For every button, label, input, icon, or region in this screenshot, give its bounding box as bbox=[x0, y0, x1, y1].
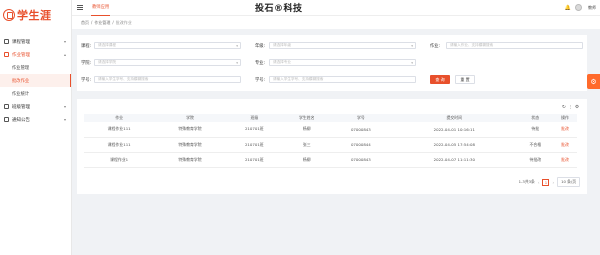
prev-page-icon[interactable]: ‹ bbox=[538, 180, 540, 185]
search-button[interactable]: 查 询 bbox=[430, 75, 450, 84]
logo: 学生涯 bbox=[0, 0, 71, 30]
settings-float-button[interactable]: ⚙ bbox=[587, 74, 600, 89]
reset-button[interactable]: 重 置 bbox=[455, 75, 475, 84]
col-submit-time: 提交时间 bbox=[391, 114, 518, 122]
table-row: 课程作业1 特殊教育学院 210701班 杨柳 07000843 2022-04… bbox=[84, 152, 577, 168]
grade-link[interactable]: 批改 bbox=[553, 152, 577, 168]
table-row: 课程作业111 特殊教育学院 210701班 杨柳 07000843 2022-… bbox=[84, 122, 577, 138]
table-row: 课程作业111 特殊教育学院 210701班 张三 07000844 2022-… bbox=[84, 137, 577, 153]
menu-toggle-icon[interactable] bbox=[77, 5, 83, 10]
table-header-row: 作业 学院 班级 学生姓名 学号 提交时间 状态 操作 bbox=[84, 114, 577, 122]
table-toolbar: ↻ ⫶ ⚙ bbox=[562, 105, 579, 111]
breadcrumb-homework[interactable]: 作业管理 bbox=[94, 20, 110, 26]
course-select[interactable]: 请选择课程 ▾ bbox=[94, 42, 241, 49]
student-name-label: 学号: bbox=[255, 78, 266, 83]
chevron-down-icon: ▾ bbox=[63, 117, 66, 122]
student-id-input[interactable]: 请输入学生学号、支持模糊搜索 bbox=[94, 76, 241, 83]
breadcrumb: 首页 / 作业管理 / 批改作业 bbox=[72, 16, 600, 29]
chevron-down-icon: ▾ bbox=[236, 61, 238, 65]
brand-title: 投石®科技 bbox=[255, 4, 303, 14]
grade-select[interactable]: 请选择年级 ▾ bbox=[269, 42, 416, 49]
college-label: 学院: bbox=[81, 61, 92, 66]
gear-icon[interactable]: ⚙ bbox=[575, 105, 579, 111]
college-select[interactable]: 请选择学院 ▾ bbox=[94, 59, 241, 66]
col-action: 操作 bbox=[553, 114, 577, 122]
avatar[interactable] bbox=[575, 4, 582, 11]
homework-table: 作业 学院 班级 学生姓名 学号 提交时间 状态 操作 课程作业111 特殊教育… bbox=[84, 114, 577, 168]
sidebar-item-classes[interactable]: 班级管理 ▾ bbox=[0, 100, 71, 113]
student-name-input[interactable]: 请输入学生学号、支持模糊搜索 bbox=[269, 76, 416, 83]
course-label: 课程: bbox=[81, 44, 92, 49]
bell-icon[interactable]: 🔔 bbox=[565, 5, 571, 11]
col-status: 状态 bbox=[517, 114, 554, 122]
sidebar-subitem-grade-homework[interactable]: 批改作业 bbox=[0, 74, 71, 87]
breadcrumb-sep: / bbox=[91, 20, 93, 25]
chevron-up-icon: ▴ bbox=[63, 52, 66, 57]
logo-icon bbox=[3, 9, 15, 21]
document-icon bbox=[4, 52, 9, 57]
notice-icon bbox=[4, 117, 9, 122]
sidebar-item-notices[interactable]: 通知公告 ▾ bbox=[0, 113, 71, 126]
filter-panel: 课程: 请选择课程 ▾ 年级: 请选择年级 ▾ 作业: 请输入作业、支持模糊搜索 学… bbox=[77, 35, 587, 91]
results-panel: ↻ ⫶ ⚙ 作业 学院 班级 学生姓名 学号 提交时间 状态 操作 课程作业11… bbox=[77, 99, 587, 194]
refresh-icon[interactable]: ↻ bbox=[562, 105, 566, 111]
sidebar-item-courses[interactable]: 课程管理 ▾ bbox=[0, 35, 71, 48]
logo-text: 学生涯 bbox=[17, 9, 52, 22]
side-menu: 课程管理 ▾ 作业管理 ▴ 作业管理 批改作业 作业统计 班级管理 ▾ 通知公告 ▾ bbox=[0, 35, 71, 126]
breadcrumb-home[interactable]: 首页 bbox=[81, 20, 89, 26]
chevron-down-icon: ▾ bbox=[411, 44, 413, 48]
grade-label: 年级: bbox=[255, 44, 266, 49]
page-1-button[interactable]: 1 bbox=[542, 178, 550, 186]
col-student-id: 学号 bbox=[330, 114, 392, 122]
user-name[interactable]: 教师 bbox=[588, 5, 596, 11]
student-id-label: 学号: bbox=[81, 78, 92, 83]
chevron-down-icon: ▾ bbox=[63, 104, 66, 109]
chevron-down-icon: ▾ bbox=[63, 39, 66, 44]
sidebar: 学生涯 课程管理 ▾ 作业管理 ▴ 作业管理 批改作业 作业统计 班级管理 ▾ 通知公… bbox=[0, 0, 72, 255]
book-icon bbox=[4, 39, 9, 44]
col-homework: 作业 bbox=[84, 114, 155, 122]
homework-input[interactable]: 请输入作业、支持模糊搜索 bbox=[446, 42, 583, 49]
class-icon bbox=[4, 104, 9, 109]
pagination: 1-3共3条 ‹ 1 › 10 条/页 bbox=[519, 177, 580, 187]
major-select[interactable]: 请选择专业 ▾ bbox=[269, 59, 416, 66]
breadcrumb-sep: / bbox=[112, 20, 114, 25]
column-settings-icon[interactable]: ⫶ bbox=[570, 105, 571, 111]
major-label: 专业: bbox=[255, 61, 266, 66]
col-student-name: 学生姓名 bbox=[282, 114, 331, 122]
top-bar: 教师应用 投石®科技 🔔 教师 bbox=[72, 0, 600, 16]
col-college: 学院 bbox=[154, 114, 226, 122]
page-size-select[interactable]: 10 条/页 bbox=[557, 177, 580, 187]
homework-label: 作业: bbox=[430, 44, 441, 49]
breadcrumb-current: 批改作业 bbox=[115, 19, 132, 25]
sidebar-subitem-homework-manage[interactable]: 作业管理 bbox=[0, 61, 71, 74]
pagination-total: 1-3共3条 bbox=[518, 179, 535, 184]
col-class: 班级 bbox=[225, 114, 283, 122]
next-page-icon[interactable]: › bbox=[552, 180, 554, 185]
grade-link[interactable]: 批改 bbox=[553, 122, 577, 138]
chevron-down-icon: ▾ bbox=[236, 44, 238, 48]
grade-link[interactable]: 批改 bbox=[553, 137, 577, 153]
sidebar-subitem-homework-stats[interactable]: 作业统计 bbox=[0, 87, 71, 100]
chevron-down-icon: ▾ bbox=[411, 61, 413, 65]
tab-teacher-app[interactable]: 教师应用 bbox=[91, 0, 111, 16]
sidebar-item-homework[interactable]: 作业管理 ▴ bbox=[0, 48, 71, 61]
